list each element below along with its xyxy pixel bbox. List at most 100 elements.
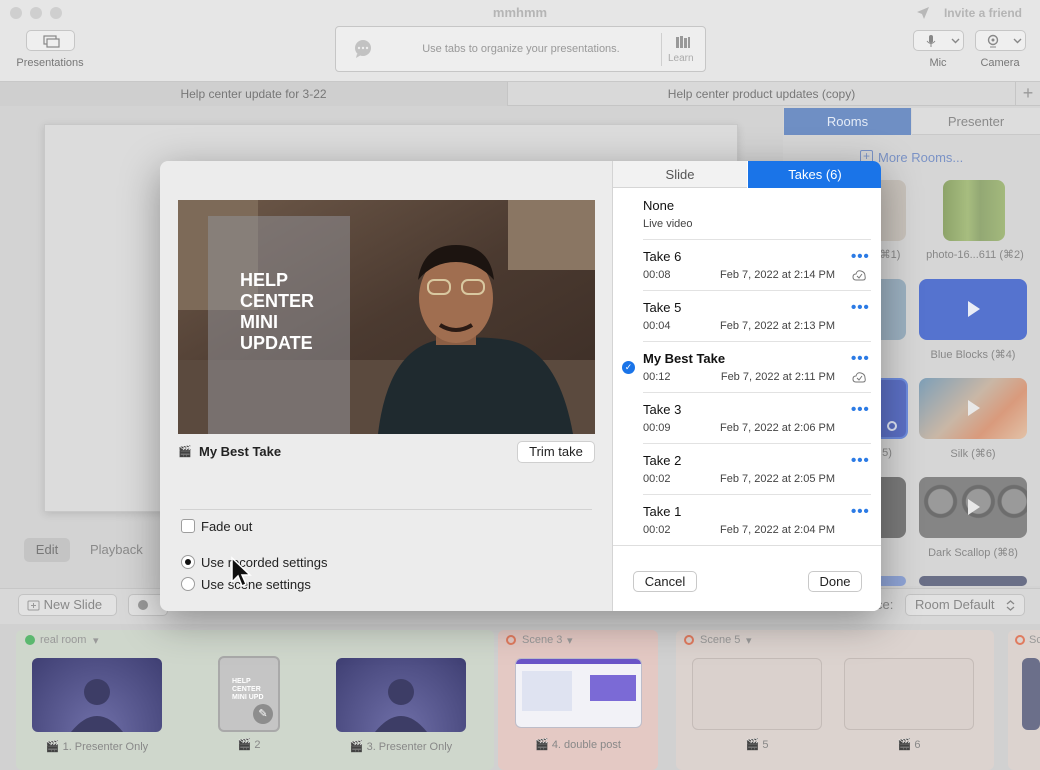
add-tab-button[interactable]: + [1016,82,1040,106]
slide-thumb-1[interactable] [32,658,162,732]
room-select[interactable]: Room Default [905,594,1025,616]
presentations-icon [43,35,60,48]
playback-button[interactable]: Playback [90,542,143,557]
take-date: Feb 7, 2022 at 2:13 PM [720,320,835,332]
divider [180,509,592,510]
take-row-my-best-take[interactable]: ✓ My Best Take 00:12 Feb 7, 2022 at 2:11… [613,345,881,396]
new-slide-button[interactable]: New Slide [18,594,117,616]
tab-help-center-update[interactable]: Help center update for 3-22 [0,82,508,106]
slide-label-1: 🎬 1. Presenter Only [45,741,149,753]
take-icon: 🎬 [178,446,192,458]
slide-thumb-5[interactable] [692,658,822,730]
play-icon [968,499,980,515]
take-row-1[interactable]: Take 1 00:02 Feb 7, 2022 at 2:04 PM ••• [613,498,881,549]
camera-button[interactable] [975,30,1026,51]
more-rooms-link[interactable]: More Rooms... [878,150,963,165]
chevron-down-icon[interactable]: ▾ [93,634,99,647]
take-date: Feb 7, 2022 at 2:14 PM [720,269,835,281]
slide-label-2: 🎬 2 [237,739,261,751]
take-more-button[interactable]: ••• [851,402,870,417]
take-date: Feb 7, 2022 at 2:11 PM [720,371,835,383]
take-more-button[interactable]: ••• [851,249,870,264]
room-thumb-silk[interactable] [919,378,1027,439]
tab-help-center-product-updates[interactable]: Help center product updates (copy) [508,82,1016,106]
take-more-button[interactable]: ••• [851,300,870,315]
take-row-none[interactable]: None Live video [613,192,881,243]
row-divider [643,392,871,393]
invite-friend-link[interactable]: Invite a friend [944,6,1022,20]
mic-button[interactable] [913,30,964,51]
slide-thumb-6[interactable] [844,658,974,730]
thumb-panel-right [590,675,636,701]
take-icon: 🎬 [745,739,760,751]
presentations-button[interactable] [26,30,75,51]
chevron-down-icon[interactable]: ▾ [746,634,752,647]
trim-take-button[interactable]: Trim take [517,441,595,463]
takes-dialog: HELP CENTER MINI UPDATE 🎬 My Best Take T… [160,161,881,611]
use-scene-settings-radio[interactable] [181,577,195,591]
take-row-2[interactable]: Take 2 00:02 Feb 7, 2022 at 2:05 PM ••• [613,447,881,498]
scene-status-icon [506,635,516,645]
fade-out-label: Fade out [201,519,253,534]
take-duration: 00:12 [643,371,671,383]
slide-thumb-4[interactable] [515,658,642,728]
slide-label-4: 🎬 4. double post [535,739,621,751]
cancel-button[interactable]: Cancel [633,571,697,592]
use-recorded-settings-radio[interactable] [181,555,195,569]
slide-thumb-2[interactable]: HELP CENTER MINI UPD ✎ [218,656,280,732]
take-name: Take 1 [643,504,682,519]
learn-button[interactable]: Learn [668,53,694,64]
take-more-button[interactable]: ••• [851,504,870,519]
scene-status-icon [684,635,694,645]
footer-divider [613,545,881,546]
slide-thumb-2-text: HELP CENTER MINI UPD [232,678,264,701]
slide-label-3: 🎬 3. Presenter Only [349,741,453,753]
new-slide-label: New Slide [43,597,103,612]
presenter-silhouette-icon [375,679,427,732]
fade-out-checkbox[interactable] [181,519,195,533]
take-row-3[interactable]: Take 3 00:09 Feb 7, 2022 at 2:06 PM ••• [613,396,881,447]
presentations-label: Presentations [16,57,84,69]
updown-chevron-icon [1006,600,1015,611]
tip-box: Use tabs to organize your presentations.… [335,26,706,72]
tab-presenter[interactable]: Presenter [912,108,1040,135]
room-thumb-dark-scallop[interactable] [919,477,1027,538]
edit-button[interactable]: Edit [24,538,70,562]
tab-rooms[interactable]: Rooms [784,108,911,135]
tip-text: Use tabs to organize your presentations. [422,43,620,55]
camera-icon [987,34,999,48]
row-divider [643,443,871,444]
take-subtitle: Live video [643,218,693,230]
tab-takes[interactable]: Takes (6) [748,161,881,188]
mouse-cursor-icon [231,556,252,588]
take-more-button[interactable]: ••• [851,453,870,468]
preview-title-text: HELP CENTER MINI UPDATE [240,270,315,353]
room-thumb-10[interactable] [919,576,1027,586]
scene-status-icon [1015,635,1025,645]
take-row-5[interactable]: Take 5 00:04 Feb 7, 2022 at 2:13 PM ••• [613,294,881,345]
take-duration: 00:09 [643,422,671,434]
row-divider [643,239,871,240]
room-select-value: Room Default [915,597,995,612]
chevron-down-icon[interactable]: ▾ [567,634,573,647]
take-preview-video[interactable]: HELP CENTER MINI UPDATE [178,200,595,434]
row-divider [643,290,871,291]
take-name: Take 2 [643,453,682,468]
book-icon [676,36,690,48]
mic-label: Mic [929,57,947,69]
row-divider [643,494,871,495]
take-row-6[interactable]: Take 6 00:08 Feb 7, 2022 at 2:14 PM ••• [613,243,881,294]
slide-thumb-3[interactable] [336,658,466,732]
pencil-icon[interactable]: ✎ [253,704,273,724]
take-name: None [643,198,675,213]
thumb-panel-left [522,671,572,711]
room-thumb-blue-blocks[interactable] [919,279,1027,340]
cloud-check-icon [852,270,866,281]
take-more-button[interactable]: ••• [851,351,870,366]
room-thumb-2[interactable] [943,180,1005,241]
tab-slide[interactable]: Slide [613,161,747,188]
done-button[interactable]: Done [808,571,862,592]
slide-thumb-7[interactable] [1022,658,1040,730]
take-duration: 00:02 [643,524,671,536]
app-title: mmhmm [492,5,548,20]
